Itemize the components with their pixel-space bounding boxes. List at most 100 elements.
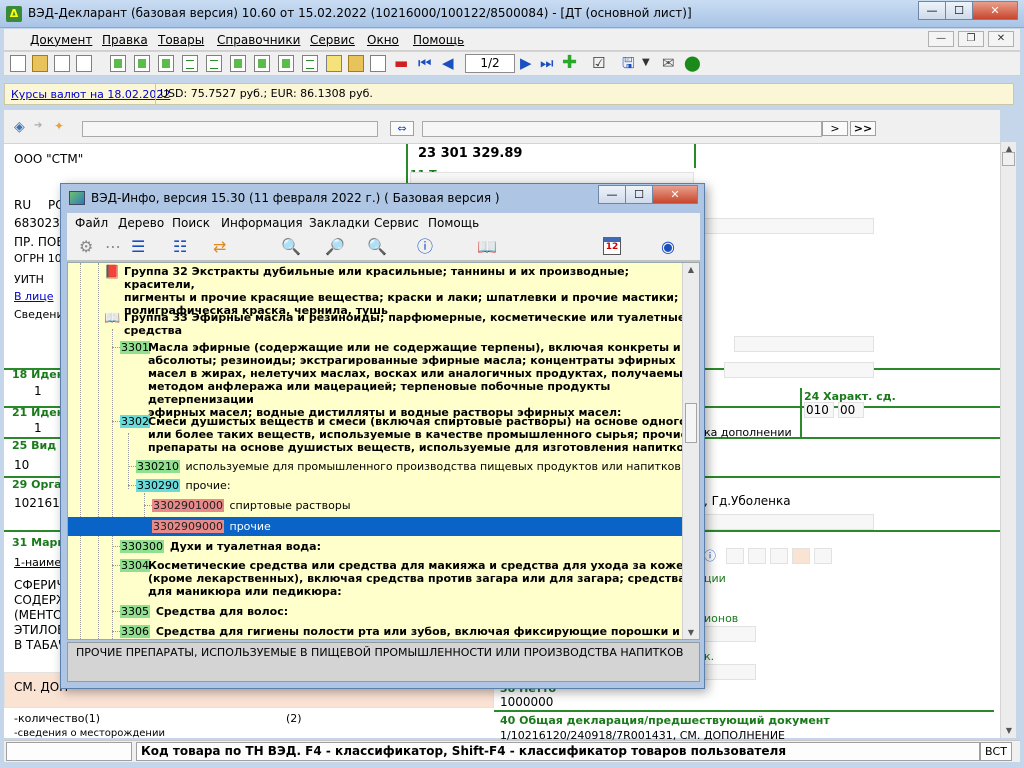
- dlg-menu-info[interactable]: Информация: [221, 216, 303, 230]
- box24-value-a[interactable]: 010: [806, 403, 829, 417]
- nav-field-left[interactable]: [82, 121, 378, 137]
- postal-code[interactable]: 683023: [14, 216, 60, 230]
- group-33[interactable]: Группа 33 Эфирные масла и резиноиды; пар…: [124, 311, 685, 337]
- menu-document[interactable]: Документ: [30, 33, 92, 47]
- org-name[interactable]: ООО "СТМ": [14, 152, 83, 166]
- right-field[interactable]: [726, 548, 744, 564]
- calendar-icon[interactable]: 12: [603, 237, 621, 255]
- right-field[interactable]: [792, 548, 810, 564]
- new-document-icon[interactable]: [10, 55, 26, 72]
- nav-next-button[interactable]: >: [822, 121, 848, 136]
- print-icon[interactable]: [76, 55, 92, 72]
- sheet-icon[interactable]: [110, 55, 126, 72]
- tree-vertical-scrollbar[interactable]: ▲ ▼: [682, 263, 699, 639]
- tree-item-3305[interactable]: 3305 Средства для волос:: [120, 605, 288, 618]
- close-button[interactable]: ✕: [972, 1, 1018, 20]
- right-field[interactable]: [704, 626, 756, 642]
- search-text-icon[interactable]: 🔎: [325, 238, 345, 256]
- nav-field-right[interactable]: [422, 121, 822, 137]
- tree-item-330210[interactable]: 330210 используемые для промышленного пр…: [136, 460, 685, 473]
- menu-window[interactable]: Окно: [367, 33, 399, 47]
- dialog-minimize-button[interactable]: —: [598, 185, 626, 204]
- tree-item-3302-text[interactable]: Смеси душистых веществ и смеси (включая …: [148, 415, 695, 454]
- page-indicator[interactable]: 1/2: [465, 54, 515, 73]
- minimize-button[interactable]: —: [918, 1, 946, 20]
- tree-item-3302909000[interactable]: 3302909000 прочие: [152, 520, 271, 533]
- sheet-docs-icon[interactable]: [302, 55, 318, 72]
- mail-icon[interactable]: ✉: [662, 54, 675, 72]
- country-code[interactable]: RU: [14, 198, 31, 212]
- dlg-menu-file[interactable]: Файл: [75, 216, 108, 230]
- dropdown-chevron-icon[interactable]: ▼: [642, 54, 650, 72]
- prev-page-icon[interactable]: ◀: [442, 54, 454, 72]
- right-field[interactable]: [704, 664, 756, 680]
- dlg-menu-search[interactable]: Поиск: [172, 216, 210, 230]
- sheet-form-icon[interactable]: [230, 55, 246, 72]
- sheet-yellow-icon[interactable]: [326, 55, 342, 72]
- menu-service[interactable]: Сервис: [310, 33, 355, 47]
- dlg-menu-tree[interactable]: Дерево: [118, 216, 164, 230]
- save-icon[interactable]: 🖫: [622, 54, 635, 72]
- tree-item-330300[interactable]: 330300 Духи и туалетная вода:: [120, 540, 321, 553]
- check-icon[interactable]: ☑: [592, 54, 605, 72]
- mdi-restore-button[interactable]: ❐: [958, 31, 984, 47]
- archive-icon[interactable]: [348, 55, 364, 72]
- first-page-icon[interactable]: ⏮: [418, 54, 432, 72]
- uitn[interactable]: УИТН: [14, 273, 44, 286]
- goods-line-4[interactable]: ЭТИЛОВ: [14, 623, 65, 637]
- info-icon[interactable]: ⓘ: [417, 238, 433, 256]
- tree-item-330290[interactable]: 330290 прочие:: [136, 479, 231, 492]
- menu-references[interactable]: Справочники: [217, 33, 300, 47]
- box21-value[interactable]: 1: [34, 421, 42, 435]
- book-icon[interactable]: 📖: [477, 238, 497, 256]
- net-weight-value[interactable]: 1000000: [500, 695, 553, 709]
- invoice-amount[interactable]: 23 301 329.89: [418, 146, 522, 161]
- dlg-menu-help[interactable]: Помощь: [428, 216, 479, 230]
- sheet-list-icon[interactable]: [206, 55, 222, 72]
- menu-edit[interactable]: Правка: [102, 33, 148, 47]
- menu-goods[interactable]: Товары: [158, 33, 204, 47]
- tree-scroll-down-icon[interactable]: ▼: [683, 628, 699, 637]
- swap-button[interactable]: ⇔: [390, 121, 414, 136]
- box18-value[interactable]: 1: [34, 384, 42, 398]
- tree-item-3301-text[interactable]: Масла эфирные (содержащие или не содержа…: [148, 341, 699, 419]
- info-circle-icon[interactable]: ⓘ: [704, 547, 716, 564]
- tree-sync-icon[interactable]: ⇄: [213, 238, 226, 256]
- sheet-goods-icon[interactable]: [278, 55, 294, 72]
- nav-last-button[interactable]: >>: [850, 121, 876, 136]
- nav-diamond-icon[interactable]: ◈: [14, 119, 25, 135]
- eye-icon[interactable]: ◉: [661, 238, 675, 256]
- tree-expand-icon[interactable]: ☰: [131, 238, 145, 256]
- right-field[interactable]: [748, 548, 766, 564]
- search-code-icon[interactable]: 🔍: [367, 238, 387, 256]
- sheet-extra-icon[interactable]: [182, 55, 198, 72]
- right-field[interactable]: [734, 336, 874, 352]
- dlg-menu-bookmarks[interactable]: Закладки: [309, 216, 370, 230]
- quantity-value[interactable]: (2): [286, 712, 302, 725]
- tree-item-3306[interactable]: 3306 Средства для гигиены полости рта ил…: [120, 625, 699, 639]
- scroll-down-icon[interactable]: ▼: [1001, 724, 1017, 738]
- last-page-icon[interactable]: ⏭: [540, 54, 554, 72]
- box25-value[interactable]: 10: [14, 458, 29, 472]
- right-field[interactable]: [814, 548, 832, 564]
- address-text[interactable]: , Гд.Уболенка: [704, 494, 791, 508]
- mdi-close-button[interactable]: ✕: [988, 31, 1014, 47]
- dlg-menu-service[interactable]: Сервис: [374, 216, 419, 230]
- right-field[interactable]: [724, 362, 874, 378]
- add-page-icon[interactable]: ✚: [562, 54, 577, 72]
- box24-value-b[interactable]: 00: [840, 403, 855, 417]
- sheet-add-icon[interactable]: [134, 55, 150, 72]
- currency-rates-link[interactable]: Курсы валют на 18.02.2022: [11, 88, 170, 101]
- goods-line-1[interactable]: СФЕРИЧ: [14, 578, 65, 592]
- online-icon[interactable]: ⬤: [684, 54, 701, 72]
- tree-view-icon[interactable]: ⋯: [105, 238, 121, 256]
- search-icon[interactable]: 🔍: [281, 238, 301, 256]
- next-page-icon[interactable]: ▶: [520, 54, 532, 72]
- sheet-dt-icon[interactable]: [158, 55, 174, 72]
- group-32[interactable]: Группа 32 Экстракты дубильные или красил…: [124, 265, 699, 317]
- in-person-link[interactable]: В лице: [14, 290, 53, 303]
- nav-spark-icon[interactable]: ✦: [54, 119, 64, 133]
- nav-arrow-icon[interactable]: ➔: [34, 120, 42, 131]
- menu-help[interactable]: Помощь: [413, 33, 464, 47]
- ogrn[interactable]: ОГРН 10: [14, 252, 62, 265]
